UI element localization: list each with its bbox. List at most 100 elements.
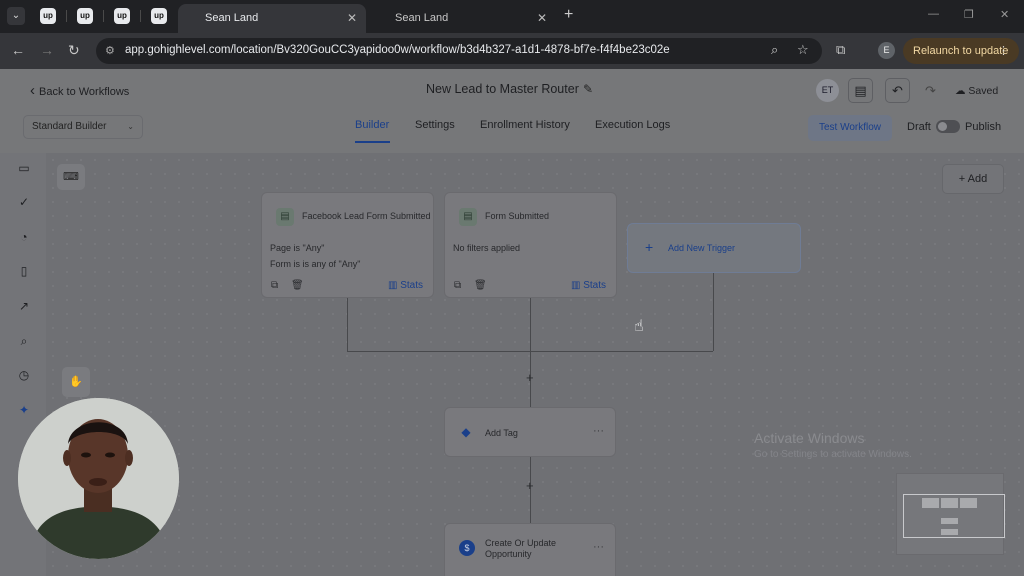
tab-title: Sean Land — [395, 12, 449, 24]
screen: ⌄ up up up up Sean Land ✕ Sean Land ✕ + … — [0, 0, 1024, 576]
minimap-node — [941, 498, 958, 508]
tab-settings[interactable]: Settings — [415, 119, 455, 131]
dollar-icon: $ — [459, 540, 475, 556]
more-menu-icon[interactable]: ⋮ — [998, 38, 1009, 64]
publish-toggle[interactable] — [936, 120, 960, 133]
new-tab-icon[interactable]: + — [564, 6, 573, 24]
trash-icon[interactable]: 🗑 — [291, 280, 304, 291]
address-bar[interactable]: ⚙ app.gohighlevel.com/location/Bv320GouC… — [96, 38, 822, 64]
tab-builder[interactable]: Builder — [355, 119, 389, 131]
trigger-card[interactable]: ▤ Facebook Lead Form Submitted Page is "… — [261, 192, 434, 298]
toggle-knob — [938, 122, 947, 131]
minimap[interactable] — [896, 473, 1005, 555]
forward-arrow-icon[interactable]: → — [40, 42, 54, 58]
workflow-header: ‹ Back to Workflows New Lead to Master Ro… — [0, 69, 1024, 153]
copy-icon[interactable]: ⧉ — [454, 280, 461, 291]
undo-icon[interactable]: ↶ — [885, 78, 910, 103]
trigger-card[interactable]: ▤ Form Submitted No filters applied ⧉ 🗑 … — [444, 192, 617, 298]
minimap-node — [941, 518, 958, 524]
clipboard-icon: ▤ — [276, 208, 294, 226]
connector-line — [713, 273, 714, 351]
trash-icon[interactable]: 🗑 — [474, 280, 487, 291]
presenter-portrait — [18, 398, 179, 559]
reload-icon[interactable]: ↻ — [68, 42, 80, 58]
browser-tab-bar: ⌄ up up up up Sean Land ✕ Sean Land ✕ + … — [0, 0, 1024, 33]
relaunch-button[interactable]: Relaunch to update ⋮ — [903, 38, 1019, 64]
builder-mode-select[interactable]: Standard Builder ⌄ — [23, 115, 143, 139]
action-card[interactable]: $ Create Or Update Opportunity ··· — [444, 523, 616, 576]
back-to-workflows-link[interactable]: ‹ Back to Workflows — [30, 83, 129, 100]
back-label: Back to Workflows — [39, 86, 130, 98]
keyboard-icon[interactable]: ⌨ — [57, 164, 85, 190]
check-circle-icon[interactable]: ✓ — [16, 194, 32, 210]
close-icon[interactable]: ✕ — [347, 6, 357, 31]
builder-select-value: Standard Builder — [32, 121, 107, 132]
browser-tab[interactable]: Sean Land ✕ — [368, 4, 556, 33]
active-tab-indicator — [355, 141, 390, 143]
tag-icon: ◆ — [461, 425, 471, 439]
redo-icon[interactable]: ↷ — [918, 78, 943, 103]
chat-icon[interactable]: ▭ — [16, 160, 32, 176]
saved-label: Saved — [968, 85, 999, 97]
search-icon[interactable]: ⌕ — [16, 333, 32, 349]
tab-separator — [140, 10, 141, 22]
back-arrow-icon[interactable]: ← — [11, 42, 25, 58]
windows-watermark-subtitle: Go to Settings to activate Windows. — [754, 449, 912, 460]
pinned-tab[interactable]: up — [77, 8, 93, 24]
stats-link[interactable]: ▥ Stats — [388, 280, 423, 291]
window-close-icon[interactable]: ✕ — [1000, 8, 1009, 21]
hand-cursor-icon: ☝ — [634, 318, 644, 335]
tab-separator — [66, 10, 67, 22]
pinned-tab[interactable]: up — [40, 8, 56, 24]
action-label: Create Or Update Opportunity — [485, 538, 557, 559]
stats-link[interactable]: ▥ Stats — [571, 280, 606, 291]
action-card[interactable]: ◆ Add Tag ··· — [444, 407, 616, 457]
trigger-filter: Form is is any of "Any" — [270, 259, 361, 269]
external-link-icon[interactable]: ↗ — [16, 298, 32, 314]
minimize-icon[interactable]: — — [928, 8, 939, 20]
document-icon[interactable]: ▯ — [16, 263, 32, 279]
site-info-icon[interactable]: ⚙ — [105, 44, 115, 57]
tab-execution-logs[interactable]: Execution Logs — [595, 119, 670, 131]
more-options-icon[interactable]: ··· — [593, 541, 604, 553]
connector-line — [347, 298, 348, 351]
action-label: Add Tag — [485, 428, 518, 438]
close-icon[interactable]: ✕ — [537, 6, 547, 31]
edit-pencil-icon[interactable]: ✎ — [583, 82, 593, 96]
user-avatar[interactable]: ET — [816, 79, 839, 102]
add-step-plus-icon[interactable]: + — [526, 478, 534, 493]
trigger-title: Form Submitted — [485, 211, 550, 221]
maximize-icon[interactable]: ❐ — [964, 8, 974, 21]
more-options-icon[interactable]: ··· — [593, 425, 604, 437]
stats-label: Stats — [583, 280, 607, 291]
bookmark-star-icon[interactable]: ☆ — [797, 42, 809, 58]
browser-toolbar: ← → ↻ ⚙ app.gohighlevel.com/location/Bv3… — [0, 33, 1024, 69]
add-trigger-label: Add New Trigger — [668, 243, 736, 253]
hand-pan-icon[interactable]: ✋ — [62, 367, 90, 397]
copy-icon[interactable]: ⧉ — [271, 280, 278, 291]
add-step-plus-icon[interactable]: + — [526, 370, 534, 385]
chevron-left-icon: ‹ — [30, 82, 35, 99]
tab-enrollment-history[interactable]: Enrollment History — [480, 119, 570, 131]
add-new-trigger-button[interactable]: + Add New Trigger — [627, 223, 801, 273]
publish-label: Publish — [965, 121, 1002, 133]
add-button[interactable]: + Add — [942, 164, 1004, 194]
saved-status: ☁ Saved — [955, 85, 998, 97]
tab-search-icon[interactable]: ⌄ — [7, 7, 25, 25]
pinned-tab[interactable]: up — [114, 8, 130, 24]
workflow-title[interactable]: New Lead to Master Router — [426, 82, 579, 96]
workflow-canvas[interactable]: ⌨ ✋ + Add + + ▤ Facebook Lead Form Submi… — [46, 153, 1024, 576]
test-workflow-button[interactable]: Test Workflow — [808, 115, 892, 141]
trigger-filter: Page is "Any" — [270, 243, 325, 253]
profile-avatar[interactable]: E — [878, 42, 895, 59]
browser-tab-active[interactable]: Sean Land ✕ — [178, 4, 366, 33]
ai-sparkle-icon[interactable]: ✦ — [16, 402, 32, 418]
pie-chart-icon[interactable]: ◔ — [16, 229, 32, 245]
url-text[interactable]: app.gohighlevel.com/location/Bv320GouCC3… — [125, 44, 670, 56]
notes-icon[interactable]: ▤ — [848, 78, 873, 103]
zoom-icon[interactable]: ⌕ — [771, 42, 778, 58]
extensions-icon[interactable]: ⧉ — [836, 42, 845, 58]
history-icon[interactable]: ◷ — [16, 367, 32, 383]
pinned-tab[interactable]: up — [151, 8, 167, 24]
connector-line — [347, 351, 530, 352]
